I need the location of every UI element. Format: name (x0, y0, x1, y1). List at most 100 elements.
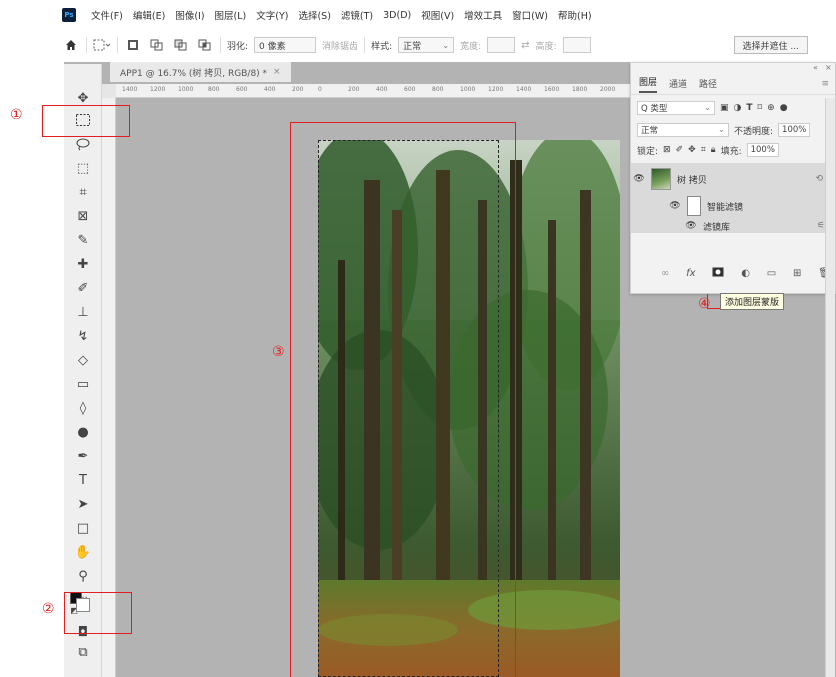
fill-input[interactable]: 100% (746, 143, 779, 157)
home-icon[interactable] (62, 37, 80, 53)
menu-plugins[interactable]: 增效工具 (461, 8, 505, 22)
swap-dimensions-icon[interactable]: ⇄ (521, 40, 529, 51)
antialias-checkbox[interactable]: 消除锯齿 (322, 39, 358, 52)
blur-tool-icon[interactable]: ◊ (73, 398, 93, 418)
visibility-eye-icon[interactable]: 👁︎ (685, 221, 697, 231)
clone-stamp-tool-icon[interactable]: ⊥ (73, 302, 93, 322)
document-tab[interactable]: APP1 @ 16.7% (树 拷贝, RGB/8) * × (110, 62, 291, 82)
height-input[interactable] (562, 37, 591, 53)
brush-tool-icon[interactable]: ✐ (73, 278, 93, 298)
screen-mode-icon[interactable]: ⧉ (73, 642, 93, 662)
tab-layers[interactable]: 图层 (639, 75, 658, 93)
menu-view[interactable]: 视图(V) (418, 8, 457, 22)
new-selection-icon[interactable] (124, 37, 142, 53)
menu-image[interactable]: 图像(I) (172, 8, 207, 22)
rectangle-tool-icon[interactable]: □ (73, 518, 93, 538)
lock-image-icon[interactable]: ✐ (676, 145, 684, 155)
width-input[interactable] (487, 37, 516, 53)
new-layer-icon[interactable]: ⊞ (793, 268, 801, 279)
tab-paths[interactable]: 路径 (699, 77, 717, 90)
dodge-tool-icon[interactable]: ● (73, 422, 93, 442)
lock-transparent-icon[interactable]: ⊠ (663, 145, 671, 155)
ruler-tick: 1000 (460, 86, 476, 93)
link-layers-icon[interactable]: ∞ (661, 268, 669, 279)
menu-type[interactable]: 文字(Y) (253, 8, 291, 22)
ruler-tick: 1200 (488, 86, 504, 93)
marquee-preset-icon[interactable] (93, 37, 111, 53)
feather-input[interactable]: 0 像素 (254, 37, 317, 53)
type-tool-icon[interactable]: T (73, 470, 93, 490)
lock-position-icon[interactable]: ✥ (688, 145, 696, 155)
feather-label: 羽化: (227, 41, 249, 52)
menu-select[interactable]: 选择(S) (295, 8, 333, 22)
frame-tool-icon[interactable]: ⊠ (73, 206, 93, 226)
add-selection-icon[interactable] (148, 37, 166, 53)
filter-type-icon[interactable]: T (746, 103, 752, 113)
healing-brush-tool-icon[interactable]: ✚ (73, 254, 93, 274)
crop-tool-icon[interactable]: ⌗ (73, 182, 93, 202)
filter-mask-thumbnail (687, 196, 701, 216)
menu-edit[interactable]: 编辑(E) (130, 8, 168, 22)
callout-number-4: ④ (698, 296, 711, 312)
panel-menu-icon[interactable]: ≡ (821, 79, 829, 89)
layer-filter-dropdown[interactable]: Q 类型 ⌄ (637, 101, 715, 115)
smart-filters-label: 智能滤镜 (707, 202, 744, 213)
style-label: 样式: (371, 41, 393, 52)
opacity-label: 不透明度: (734, 126, 774, 137)
lock-label: 锁定: (637, 146, 659, 157)
lock-all-icon[interactable]: 🔒︎ (711, 145, 716, 155)
canvas-vertical-scrollbar[interactable] (825, 98, 835, 677)
ruler-tick: 1000 (178, 86, 194, 93)
fx-icon[interactable]: fx (686, 268, 695, 279)
hand-tool-icon[interactable]: ✋ (73, 542, 93, 562)
close-icon[interactable]: × (825, 63, 832, 72)
subtract-selection-icon[interactable] (172, 37, 190, 53)
menu-filter[interactable]: 滤镜(T) (338, 8, 376, 22)
gradient-tool-icon[interactable]: ▭ (73, 374, 93, 394)
intersect-selection-icon[interactable] (196, 37, 214, 53)
add-layer-mask-icon[interactable] (712, 267, 724, 280)
filter-adjustment-icon[interactable]: ◑ (734, 103, 742, 113)
blend-mode-dropdown[interactable]: 正常 ⌄ (637, 123, 729, 137)
visibility-eye-icon[interactable]: 👁︎ (633, 174, 645, 184)
ruler-tick: 1600 (544, 86, 560, 93)
lasso-tool-icon[interactable] (73, 134, 93, 154)
history-brush-tool-icon[interactable]: ↯ (73, 326, 93, 346)
layers-panel: « × 图层 通道 路径 ≡ Q 类型 ⌄ ▣ ◑ T ⌑ ⊕ ● 正常 ⌄ 不… (630, 62, 836, 294)
menu-window[interactable]: 窗口(W) (509, 8, 551, 22)
menu-layer[interactable]: 图层(L) (212, 8, 250, 22)
visibility-eye-icon[interactable]: 👁︎ (669, 201, 681, 211)
pen-tool-icon[interactable]: ✒ (73, 446, 93, 466)
filter-toggle-icon[interactable]: ● (780, 103, 788, 113)
filter-pixel-icon[interactable]: ▣ (720, 103, 729, 113)
menu-file[interactable]: 文件(F) (88, 8, 126, 22)
filter-options-icon[interactable]: ⚟ (817, 221, 825, 231)
layer-row-tree-copy[interactable]: 👁︎ 树 拷贝 ⟲ (633, 166, 823, 192)
filter-smart-object-icon[interactable]: ⊕ (767, 103, 775, 113)
separator (86, 37, 87, 53)
ruler-tick: 200 (292, 86, 304, 93)
callout-box-marquee-tool (42, 105, 130, 137)
tab-channels[interactable]: 通道 (669, 77, 687, 90)
path-selection-tool-icon[interactable]: ➤ (73, 494, 93, 514)
zoom-tool-icon[interactable]: ⚲ (73, 566, 93, 586)
adjustment-layer-icon[interactable]: ◐ (741, 268, 750, 279)
eraser-tool-icon[interactable]: ◇ (73, 350, 93, 370)
close-icon[interactable]: × (273, 67, 281, 77)
layer-row-filter-gallery[interactable]: 👁︎ 滤镜库 ⚟ (685, 219, 825, 233)
new-group-icon[interactable]: ▭ (767, 268, 776, 279)
layer-name: 树 拷贝 (677, 175, 707, 186)
menu-3d[interactable]: 3D(D) (380, 10, 414, 21)
object-selection-tool-icon[interactable]: ⬚ (73, 158, 93, 178)
filter-shape-icon[interactable]: ⌑ (758, 103, 763, 113)
lock-artboard-icon[interactable]: ⌗ (701, 145, 706, 155)
options-bar: 羽化: 0 像素 消除锯齿 样式: 正常 ⌄ 宽度: ⇄ 高度: 选择并遮住 .… (62, 32, 836, 58)
panel-collapse-icon[interactable]: « (813, 63, 818, 72)
menu-help[interactable]: 帮助(H) (555, 8, 595, 22)
eyedropper-tool-icon[interactable]: ✎ (73, 230, 93, 250)
opacity-input[interactable]: 100% (778, 123, 811, 137)
document-title: APP1 @ 16.7% (树 拷贝, RGB/8) * (120, 68, 268, 79)
select-and-mask-button[interactable]: 选择并遮住 ... (733, 36, 808, 54)
style-dropdown[interactable]: 正常 ⌄ (398, 37, 455, 53)
layer-row-smart-filters[interactable]: 👁︎ 智能滤镜 (669, 195, 819, 217)
